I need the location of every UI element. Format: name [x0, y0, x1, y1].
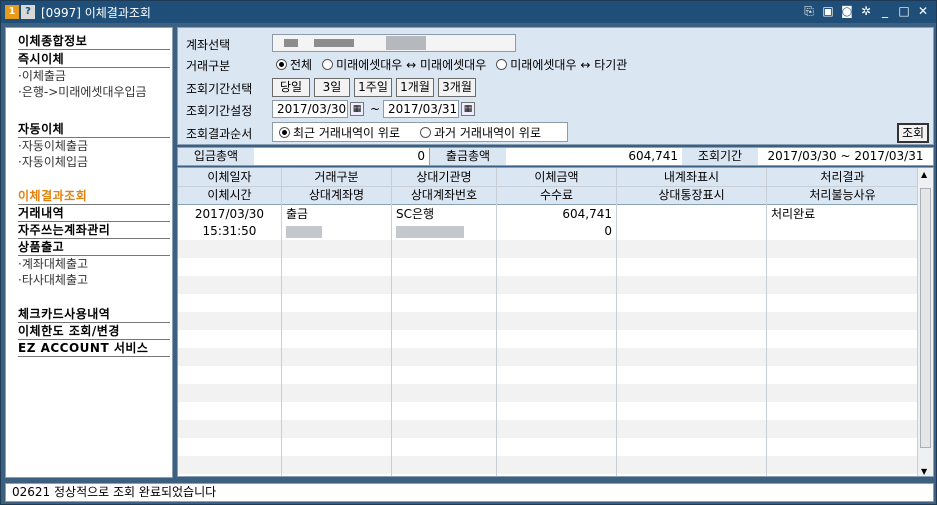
row-institution[interactable]: SC은행: [392, 206, 496, 223]
sidebar-item-bank-deposit[interactable]: ·은행->미래에셋대우입금: [18, 85, 170, 100]
header-fail-reason[interactable]: 처리불능사유: [767, 187, 918, 204]
header-institution[interactable]: 상대기관명: [392, 169, 496, 186]
sidebar-item-auto-in[interactable]: ·자동이체입금: [18, 155, 170, 170]
sidebar-item-checkcard[interactable]: 체크카드사용내역: [18, 307, 170, 323]
sidebar-item-auto-out[interactable]: ·자동이체출금: [18, 139, 170, 154]
date-to-input[interactable]: 2017/03/31: [383, 100, 459, 118]
gear-icon[interactable]: ✲: [859, 4, 873, 18]
header-result[interactable]: 처리결과: [767, 169, 918, 186]
row-amount[interactable]: 604,741: [497, 206, 616, 223]
calendar-icon[interactable]: ▦: [461, 102, 475, 116]
minimize-icon[interactable]: _: [878, 4, 892, 18]
maximize-icon[interactable]: □: [897, 4, 911, 18]
search-button[interactable]: 조회: [897, 123, 929, 143]
period-1week-button[interactable]: 1주일: [354, 78, 392, 97]
header-counter-name[interactable]: 상대계좌명: [282, 187, 391, 204]
period-1month-button[interactable]: 1개월: [396, 78, 434, 97]
sidebar-item-transfer-out[interactable]: ·이체출금: [18, 69, 170, 84]
row-trade-type[interactable]: 출금: [282, 206, 391, 223]
trade-type-all[interactable]: 전체: [276, 56, 312, 73]
window-title: [0997] 이체결과조회: [41, 5, 151, 20]
scroll-down-icon[interactable]: ▼: [921, 467, 927, 476]
sidebar: 이체종합정보 즉시이체 ·이체출금 ·은행->미래에셋대우입금 자동이체 ·자동…: [5, 27, 173, 478]
header-counter-memo[interactable]: 상대통장표시: [617, 187, 766, 204]
radio-icon: [420, 126, 431, 138]
withdraw-total-label: 출금총액: [430, 148, 506, 165]
radio-selected-icon: [279, 126, 290, 138]
search-form: 계좌선택 거래구분 전체 미래에셋대우 ↔ 미래에셋대우 미래에셋대우 ↔ 타기…: [177, 27, 934, 145]
date-from-input[interactable]: 2017/03/30: [272, 100, 348, 118]
app-window: 1 ? [0997] 이체결과조회 ⎘ ▣ ◙ ✲ _ □ ✕ 이체종합정보 즉…: [0, 0, 937, 505]
sidebar-item-instant-transfer[interactable]: 즉시이체: [18, 52, 170, 68]
masked-account-part: [314, 39, 354, 47]
header-trade-type[interactable]: 거래구분: [282, 169, 391, 186]
summary-bar: 입금총액 0 출금총액 604,741 조회기간 2017/03/30 ~ 20…: [177, 147, 934, 166]
sidebar-item-history[interactable]: 거래내역: [18, 206, 170, 222]
masked-account-part: [386, 36, 426, 50]
period-today-button[interactable]: 당일: [272, 78, 310, 97]
status-bar: 02621 정상적으로 조회 완료되었습니다: [5, 483, 934, 502]
capture-icon[interactable]: ◙: [840, 4, 854, 18]
sidebar-item-other-out[interactable]: ·타사대체출고: [18, 273, 170, 288]
order-past[interactable]: 과거 거래내역이 위로: [420, 124, 541, 141]
header-amount[interactable]: 이체금액: [497, 169, 616, 186]
title-bar: 1 ? [0997] 이체결과조회 ⎘ ▣ ◙ ✲ _ □ ✕: [1, 1, 936, 23]
date-separator: ~: [370, 102, 381, 116]
scroll-thumb[interactable]: [920, 188, 931, 448]
header-my-memo[interactable]: 내계좌표시: [617, 169, 766, 186]
row-date[interactable]: 2017/03/30: [178, 206, 281, 223]
radio-icon: [322, 59, 334, 70]
trade-type-group: 전체 미래에셋대우 ↔ 미래에셋대우 미래에셋대우 ↔ 타기관: [276, 56, 637, 73]
help-badge[interactable]: ?: [21, 5, 35, 19]
header-transfer-time[interactable]: 이체시간: [178, 187, 281, 204]
row-result[interactable]: 처리완료: [767, 206, 918, 223]
row-my-memo[interactable]: [617, 206, 766, 223]
period-set-label: 조회기간설정: [186, 104, 253, 118]
row-time[interactable]: 15:31:50: [178, 223, 281, 240]
radio-selected-icon: [276, 59, 287, 70]
trade-type-external[interactable]: 미래에셋대우 ↔ 타기관: [496, 56, 627, 73]
order-label: 조회결과순서: [186, 127, 253, 141]
deposit-total-label: 입금총액: [178, 148, 254, 165]
sidebar-item-limit[interactable]: 이체한도 조회/변경: [18, 324, 170, 340]
sidebar-item-transfer-result[interactable]: 이체결과조회: [18, 189, 170, 205]
trade-type-internal[interactable]: 미래에셋대우 ↔ 미래에셋대우: [322, 56, 486, 73]
period-value: 2017/03/30 ~ 2017/03/31: [767, 149, 924, 163]
order-group: 최근 거래내역이 위로 과거 거래내역이 위로: [272, 122, 568, 142]
close-icon[interactable]: ✕: [916, 4, 930, 18]
deposit-total-value: 0: [254, 148, 430, 165]
sidebar-item-auto-transfer[interactable]: 자동이체: [18, 122, 170, 138]
order-recent[interactable]: 최근 거래내역이 위로: [279, 124, 400, 141]
period-select-label: 조회기간선택: [186, 82, 253, 96]
header-fee[interactable]: 수수료: [497, 187, 616, 204]
header-counter-account[interactable]: 상대계좌번호: [392, 187, 496, 204]
sidebar-item-favorite-accounts[interactable]: 자주쓰는계좌관리: [18, 223, 170, 239]
period-3day-button[interactable]: 3일: [314, 78, 350, 97]
radio-icon: [496, 59, 508, 70]
trade-type-label: 거래구분: [186, 59, 231, 73]
masked-counter-account: [396, 226, 464, 238]
screen-badge[interactable]: 1: [5, 5, 19, 19]
header-transfer-date[interactable]: 이체일자: [178, 169, 281, 186]
masked-account-part: [284, 39, 298, 47]
withdraw-total-value: 604,741: [628, 149, 678, 163]
scroll-up-icon[interactable]: ▲: [921, 170, 927, 179]
period-label: 조회기간: [682, 148, 758, 165]
result-grid: 이체일자 거래구분 상대기관명 이체금액 내계좌표시 처리결과 이체시간 상대계…: [177, 167, 934, 477]
calendar-icon[interactable]: ▦: [350, 102, 364, 116]
grid-scrollbar[interactable]: ▲ ▼: [917, 168, 933, 476]
sidebar-item-product-out[interactable]: 상품출고: [18, 240, 170, 256]
account-label: 계좌선택: [186, 38, 231, 52]
sidebar-item-ez-account[interactable]: EZ ACCOUNT 서비스: [18, 341, 170, 357]
sidebar-item-transfer-info[interactable]: 이체종합정보: [18, 34, 170, 50]
masked-counter-name: [286, 226, 322, 238]
row-fee[interactable]: 0: [497, 223, 616, 240]
link-icon[interactable]: ⎘: [802, 4, 816, 18]
copy-icon[interactable]: ▣: [821, 4, 835, 18]
period-3month-button[interactable]: 3개월: [438, 78, 476, 97]
sidebar-item-account-out[interactable]: ·계좌대체출고: [18, 257, 170, 272]
